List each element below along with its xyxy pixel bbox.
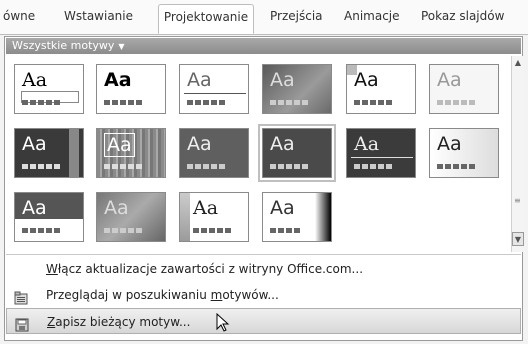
menu-item-save-theme[interactable]: Zapisz bieżący motyw... <box>6 308 521 334</box>
menu-item-label: Zapisz bieżący motyw... <box>47 315 191 329</box>
tab-animations[interactable]: Animacje <box>344 9 400 23</box>
theme-thumbnail[interactable]: Aa <box>179 64 249 114</box>
folder-icon <box>14 288 28 305</box>
theme-sample-text: Aa <box>187 133 212 155</box>
theme-sample-text: Aa <box>22 69 48 91</box>
save-theme-icon <box>15 315 29 332</box>
theme-color-bar <box>354 100 394 105</box>
theme-color-bar <box>187 164 227 169</box>
theme-thumbnail[interactable]: Aa <box>179 128 249 178</box>
menu-item-label: Przeglądaj w poszukiwaniu motywów... <box>46 288 279 302</box>
theme-sample-text: Aa <box>437 69 462 91</box>
theme-sample-text: Aa <box>104 69 132 91</box>
theme-sample-text: Aa <box>270 69 295 91</box>
theme-color-bar <box>104 228 144 233</box>
tab-insert[interactable]: Wstawianie <box>64 9 133 23</box>
theme-thumbnail[interactable]: Aa <box>262 192 332 242</box>
theme-color-bar <box>22 228 62 233</box>
theme-thumbnail[interactable]: Aa <box>14 192 84 242</box>
theme-sample-text: Aa <box>354 69 379 91</box>
theme-thumbnail-selected[interactable]: Aa <box>258 124 336 182</box>
theme-thumbnail[interactable]: Aa <box>346 64 416 114</box>
theme-sample-text: Aa <box>22 197 47 219</box>
scroll-down-icon[interactable]: ▼ <box>512 232 524 246</box>
theme-sample-text: Aa <box>104 133 135 157</box>
theme-thumbnail[interactable]: Aa <box>96 128 166 178</box>
scroll-up-icon[interactable]: ▲ <box>512 56 524 70</box>
theme-color-bar <box>437 100 477 105</box>
theme-thumbnail[interactable]: Aa <box>179 192 249 242</box>
theme-color-bar <box>270 100 310 105</box>
gallery-header-label: Wszystkie motywy <box>12 39 115 52</box>
menu-item-enable-updates[interactable]: Włącz aktualizacje zawartości z witryny … <box>6 256 521 282</box>
tab-transitions[interactable]: Przejścia <box>270 9 323 23</box>
theme-color-bar <box>104 100 144 105</box>
theme-color-bar <box>270 228 302 233</box>
gallery-scrollbar[interactable]: ▲ ≡ ▼ <box>511 56 524 252</box>
tab-home[interactable]: ówne <box>3 9 35 23</box>
tab-slideshow[interactable]: Pokaz slajdów <box>421 9 504 23</box>
gallery-header[interactable]: Wszystkie motywy ▼ <box>6 38 521 54</box>
theme-sample-text: Aa <box>354 133 380 155</box>
theme-gallery: Aa Aa Aa Aa Aa Aa Aa Aa Aa Aa Aa Aa Aa A… <box>6 56 508 252</box>
theme-thumbnail[interactable]: Aa <box>429 128 499 178</box>
ribbon-tab-bar: ówne Wstawianie Projektowanie Przejścia … <box>0 0 528 35</box>
menu-separator <box>6 254 521 255</box>
theme-thumbnail[interactable]: Aa <box>96 64 166 114</box>
theme-color-bar <box>22 100 62 105</box>
theme-color-bar <box>270 164 310 169</box>
theme-color-bar <box>187 100 227 105</box>
theme-thumbnail[interactable]: Aa <box>14 128 84 178</box>
theme-color-bar <box>104 164 144 169</box>
theme-color-bar <box>437 164 477 169</box>
theme-thumbnail[interactable]: Aa <box>429 64 499 114</box>
tab-design[interactable]: Projektowanie <box>158 4 254 34</box>
theme-sample-text: Aa <box>270 133 295 155</box>
scroll-grip-icon: ≡ <box>514 196 521 205</box>
menu-item-browse-themes[interactable]: Przeglądaj w poszukiwaniu motywów... <box>6 282 521 308</box>
theme-sample-text: Aa <box>270 197 295 219</box>
theme-thumbnail[interactable]: Aa <box>14 64 84 114</box>
theme-color-bar <box>22 164 62 169</box>
theme-color-bar <box>354 164 394 169</box>
mouse-pointer-icon <box>216 312 230 337</box>
theme-thumbnail[interactable]: Aa <box>96 192 166 242</box>
theme-sample-text: Aa <box>187 69 212 91</box>
menu-item-label: Włącz aktualizacje zawartości z witryny … <box>46 262 364 276</box>
theme-thumbnail[interactable]: Aa <box>262 64 332 114</box>
theme-sample-text: Aa <box>437 133 462 155</box>
chevron-down-icon: ▼ <box>118 42 125 51</box>
theme-sample-text: Aa <box>22 133 47 155</box>
theme-sample-text: Aa <box>193 197 219 219</box>
theme-sample-text: Aa <box>104 197 129 219</box>
theme-color-bar <box>193 228 233 233</box>
theme-thumbnail[interactable]: Aa <box>346 128 416 178</box>
